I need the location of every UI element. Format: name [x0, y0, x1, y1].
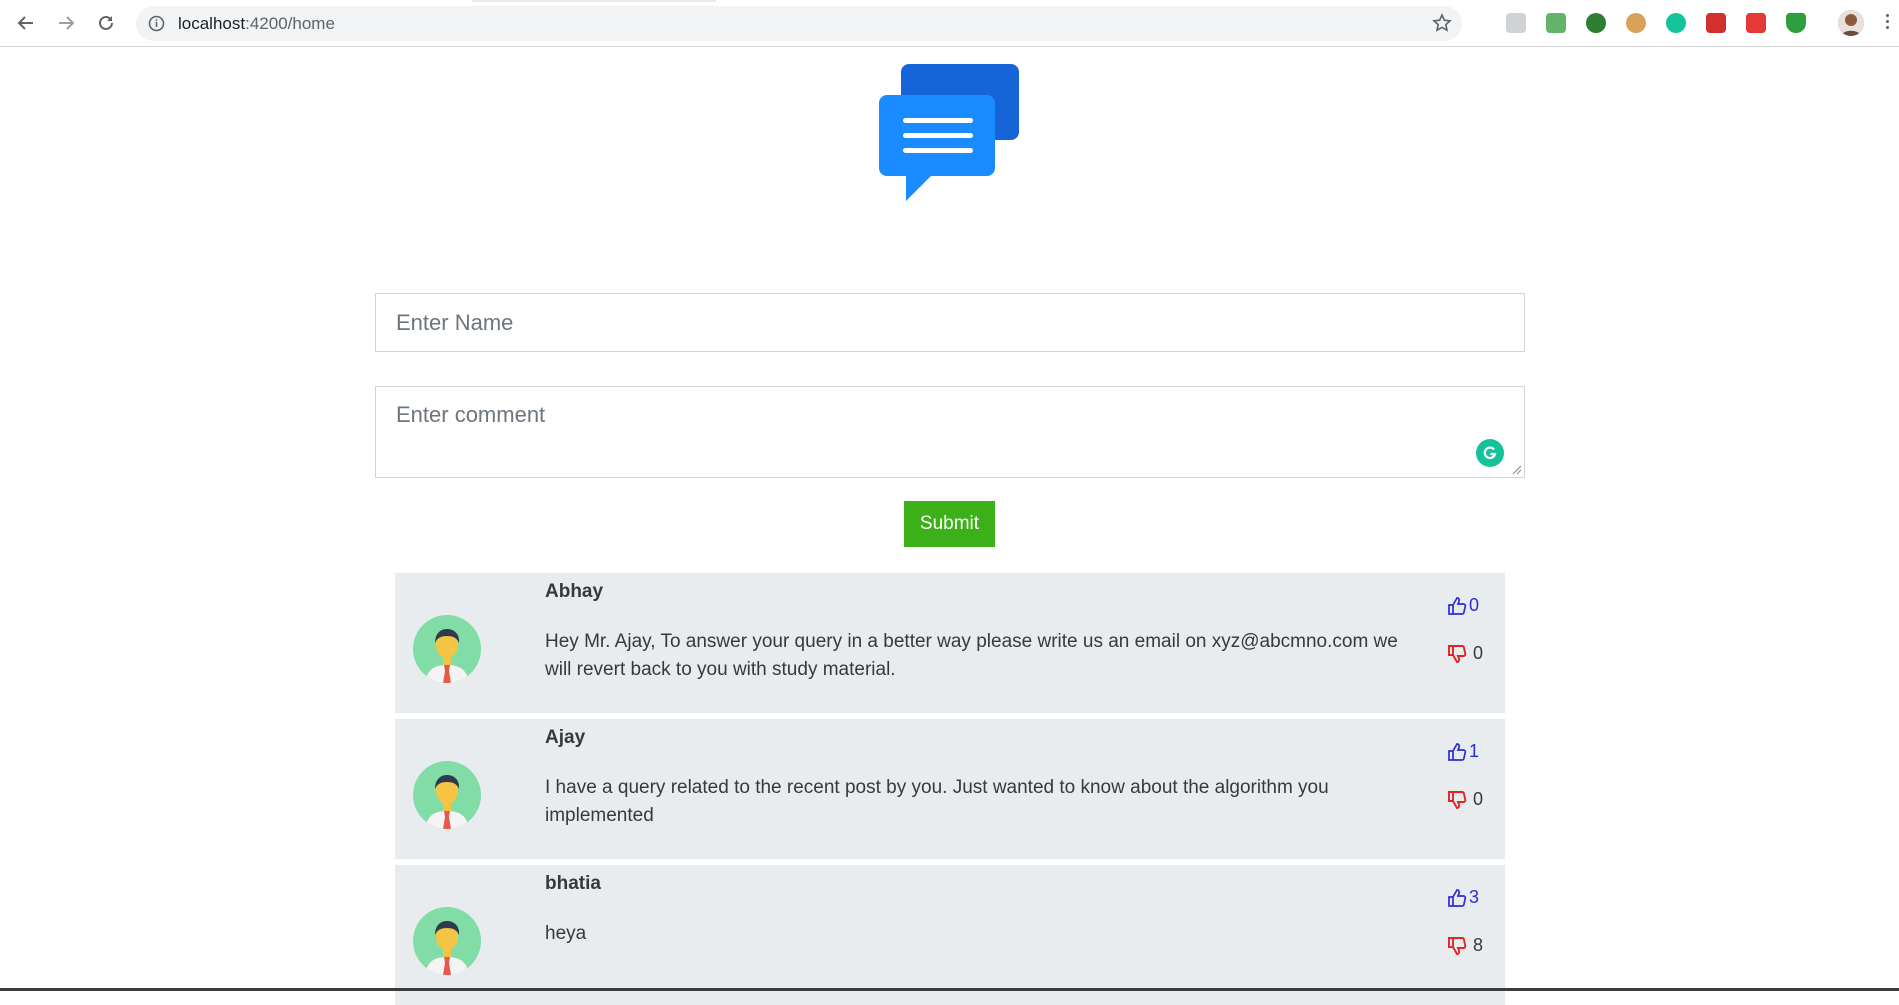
comment-text: I have a query related to the recent pos…: [545, 777, 1329, 826]
info-icon[interactable]: [148, 15, 165, 32]
browser-menu-button[interactable]: [1886, 14, 1890, 32]
back-arrow-icon: [17, 16, 33, 30]
reload-icon: [99, 15, 113, 30]
comment-card: Abhay Hey Mr. Ajay, To answer your query…: [395, 573, 1505, 713]
like-button[interactable]: 0: [1447, 595, 1479, 616]
chat-logo-icon: [879, 64, 1019, 201]
thumbs-down-icon: [1448, 644, 1467, 663]
tab-strip-accent: [472, 0, 716, 2]
url-text[interactable]: localhost:4200/home: [178, 14, 335, 34]
bookmark-star-icon[interactable]: [1432, 13, 1452, 33]
person-avatar-glyph: [425, 921, 469, 975]
like-button[interactable]: 1: [1447, 741, 1479, 762]
comment-card: bhatia heya 3 8: [395, 865, 1505, 1005]
like-count: 1: [1469, 741, 1480, 761]
extension-shield-icon[interactable]: [1786, 13, 1806, 33]
profile-avatar[interactable]: [1838, 10, 1864, 36]
person-avatar-glyph: [425, 629, 469, 683]
forward-arrow-icon: [59, 16, 75, 30]
thumbs-up-icon: [1448, 742, 1467, 761]
url-path: :4200/home: [245, 14, 335, 33]
like-count: 3: [1469, 887, 1480, 907]
reload-button[interactable]: [92, 9, 120, 37]
extension-globe-icon[interactable]: [1586, 13, 1606, 33]
extension-grammarly-icon[interactable]: [1666, 13, 1686, 33]
extension-paint-icon[interactable]: [1506, 13, 1526, 33]
dislike-count: 0: [1473, 789, 1484, 809]
person-avatar-glyph: [425, 775, 469, 829]
dislike-button[interactable]: 8: [1447, 935, 1483, 956]
comment-text: Hey Mr. Ajay, To answer your query in a …: [545, 631, 1398, 680]
dislike-count: 8: [1473, 935, 1484, 955]
comment-author: Abhay: [545, 581, 604, 602]
grammarly-icon[interactable]: [1476, 439, 1504, 467]
dislike-button[interactable]: 0: [1447, 789, 1483, 810]
user-avatar-icon: [413, 761, 481, 829]
submit-button[interactable]: Submit: [904, 501, 995, 547]
dislike-button[interactable]: 0: [1447, 643, 1483, 664]
resize-handle-icon[interactable]: [1512, 465, 1522, 475]
back-button[interactable]: [12, 9, 40, 37]
like-count: 0: [1469, 595, 1480, 615]
thumbs-down-icon: [1448, 790, 1467, 809]
comment-text: heya: [545, 923, 587, 944]
user-avatar-icon: [413, 907, 481, 975]
dislike-count: 0: [1473, 643, 1484, 663]
address-bar[interactable]: localhost:4200/home: [136, 6, 1462, 41]
like-button[interactable]: 3: [1447, 887, 1479, 908]
browser-toolbar: localhost:4200/home: [0, 0, 1899, 47]
user-avatar-icon: [413, 615, 481, 683]
name-input[interactable]: Enter Name: [375, 293, 1525, 352]
thumbs-up-icon: [1448, 596, 1467, 615]
comment-placeholder: Enter comment: [396, 402, 546, 427]
grammarly-g-glyph: [1483, 446, 1497, 460]
profile-photo-icon: [1838, 10, 1864, 36]
comment-author: bhatia: [545, 873, 601, 894]
extension-cookie-icon[interactable]: [1626, 13, 1646, 33]
extension-mail-icon[interactable]: [1546, 13, 1566, 33]
extension-video-icon[interactable]: [1746, 13, 1766, 33]
forward-button[interactable]: [52, 9, 80, 37]
thumbs-up-icon: [1448, 888, 1467, 907]
comment-author: Ajay: [545, 727, 586, 748]
extension-lastpass-icon[interactable]: [1706, 13, 1726, 33]
url-host: localhost: [178, 14, 246, 33]
comment-card: Ajay I have a query related to the recen…: [395, 719, 1505, 859]
thumbs-down-icon: [1448, 936, 1467, 955]
comment-textarea[interactable]: Enter comment: [375, 386, 1525, 478]
